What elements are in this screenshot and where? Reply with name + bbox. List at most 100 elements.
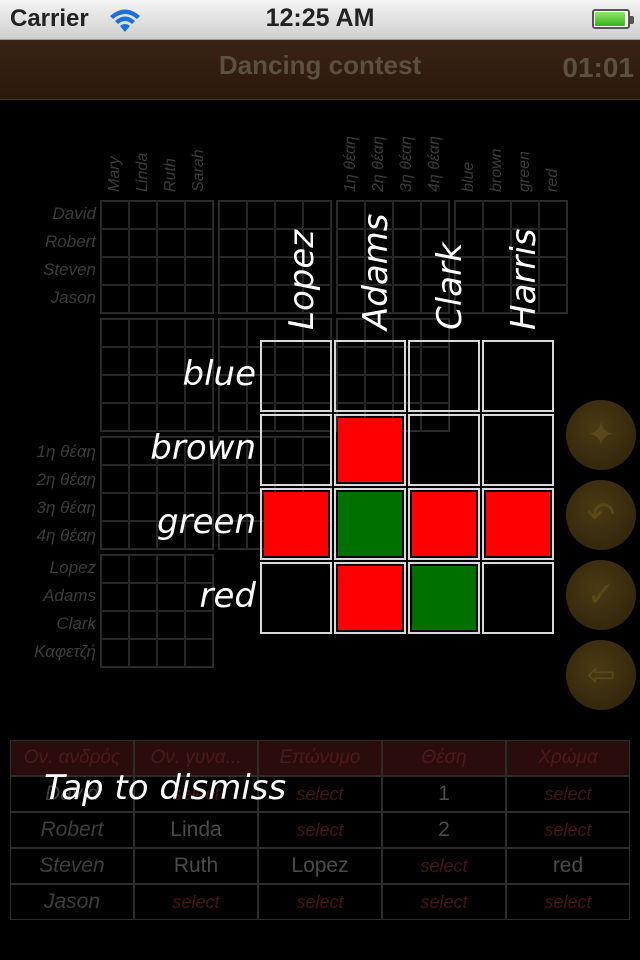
grid-cell[interactable] (101, 229, 129, 257)
zoom-cell[interactable] (408, 488, 480, 560)
grid-cell[interactable] (185, 229, 213, 257)
grid-cell[interactable] (157, 257, 185, 285)
table-cell[interactable]: select (258, 812, 382, 848)
grid-cell[interactable] (393, 285, 421, 313)
grid-cell[interactable] (157, 639, 185, 667)
grid-cell[interactable] (275, 201, 303, 229)
grid-cell[interactable] (129, 285, 157, 313)
col-label-position: 1η θέαη (342, 136, 359, 192)
grid-cell[interactable] (219, 319, 247, 347)
grid-cell[interactable] (219, 201, 247, 229)
table-cell[interactable]: select (258, 884, 382, 920)
grid-cell[interactable] (393, 257, 421, 285)
grid-cell[interactable] (219, 257, 247, 285)
page-title: Dancing contest (218, 50, 422, 80)
grid-cell[interactable] (421, 201, 449, 229)
grid-cell[interactable] (393, 201, 421, 229)
row-label-man: Robert (44, 232, 96, 251)
zoom-cell[interactable] (334, 340, 406, 412)
grid-cell[interactable] (157, 285, 185, 313)
table-cell: Jason (10, 884, 134, 920)
zoom-cell[interactable] (482, 488, 554, 560)
grid-cell[interactable] (129, 319, 157, 347)
table-cell[interactable]: select (382, 848, 506, 884)
back-button[interactable]: ⇦ (566, 640, 636, 710)
grid-cell[interactable] (129, 403, 157, 431)
grid-cell[interactable] (247, 229, 275, 257)
grid-cell[interactable] (101, 257, 129, 285)
grid-cell[interactable] (539, 201, 567, 229)
col-label-color: brown (488, 148, 505, 192)
grid-cell[interactable] (101, 639, 129, 667)
grid-cell[interactable] (455, 201, 483, 229)
zoom-cell[interactable] (260, 414, 332, 486)
grid-cell[interactable] (219, 285, 247, 313)
zoom-cell[interactable] (408, 414, 480, 486)
zoom-cell[interactable] (482, 340, 554, 412)
table-cell[interactable]: Lopez (258, 848, 382, 884)
grid-cell[interactable] (157, 201, 185, 229)
undo-button[interactable]: ↶ (566, 480, 636, 550)
zoom-cell[interactable] (334, 414, 406, 486)
grid-cell[interactable] (247, 201, 275, 229)
back-icon: ⇦ (586, 655, 616, 695)
grid-cell[interactable] (129, 229, 157, 257)
grid-cell[interactable] (185, 403, 213, 431)
grid-cell[interactable] (101, 285, 129, 313)
grid-cell[interactable] (157, 229, 185, 257)
table-cell[interactable]: select (506, 884, 630, 920)
grid-cell[interactable] (247, 285, 275, 313)
grid-cell[interactable] (185, 201, 213, 229)
grid-cell[interactable] (393, 229, 421, 257)
table-cell[interactable]: 1 (382, 776, 506, 812)
grid-cell[interactable] (129, 257, 157, 285)
table-cell: Robert (10, 812, 134, 848)
grid-cell[interactable] (219, 465, 247, 493)
check-button[interactable]: ✓ (566, 560, 636, 630)
grid-cell[interactable] (247, 257, 275, 285)
grid-cell[interactable] (219, 403, 247, 431)
table-cell[interactable]: select (134, 884, 258, 920)
zoom-cell[interactable] (260, 488, 332, 560)
table-cell[interactable]: select (506, 776, 630, 812)
hint-button[interactable]: ✦ (566, 400, 636, 470)
zoom-cell[interactable] (260, 340, 332, 412)
row-label-surname: Καφετζή (34, 642, 96, 661)
grid-cell[interactable] (511, 201, 539, 229)
grid-cell[interactable] (185, 257, 213, 285)
dismiss-hint[interactable]: Tap to dismiss (44, 768, 286, 808)
grid-cell[interactable] (157, 465, 185, 493)
zoom-cell[interactable] (408, 340, 480, 412)
zoom-cell[interactable] (482, 562, 554, 634)
grid-cell[interactable] (129, 639, 157, 667)
table-cell[interactable]: 2 (382, 812, 506, 848)
zoom-cell[interactable] (408, 562, 480, 634)
col-label-position: 3η θέαη (398, 136, 415, 192)
grid-cell[interactable] (185, 465, 213, 493)
table-cell[interactable]: select (382, 884, 506, 920)
grid-cell[interactable] (101, 403, 129, 431)
grid-cell[interactable] (185, 639, 213, 667)
table-cell[interactable]: Linda (134, 812, 258, 848)
zoom-cell[interactable] (260, 562, 332, 634)
table-cell[interactable]: select (506, 812, 630, 848)
grid-cell[interactable] (101, 319, 129, 347)
grid-cell[interactable] (157, 319, 185, 347)
grid-cell[interactable] (157, 403, 185, 431)
zoom-cell[interactable] (334, 562, 406, 634)
grid-cell[interactable] (101, 465, 129, 493)
row-label-position: 2η θέαη (36, 470, 96, 489)
zoom-row-label: green (157, 502, 256, 542)
grid-cell[interactable] (185, 285, 213, 313)
zoom-cell[interactable] (482, 414, 554, 486)
zoom-cell[interactable] (334, 488, 406, 560)
table-cell[interactable]: Ruth (134, 848, 258, 884)
grid-cell[interactable] (101, 201, 129, 229)
grid-cell[interactable] (129, 201, 157, 229)
grid-cell[interactable] (219, 229, 247, 257)
grid-cell[interactable] (129, 465, 157, 493)
table-cell[interactable]: red (506, 848, 630, 884)
grid-cell[interactable] (185, 319, 213, 347)
grid-cell[interactable] (483, 201, 511, 229)
grid-cell[interactable] (303, 201, 331, 229)
